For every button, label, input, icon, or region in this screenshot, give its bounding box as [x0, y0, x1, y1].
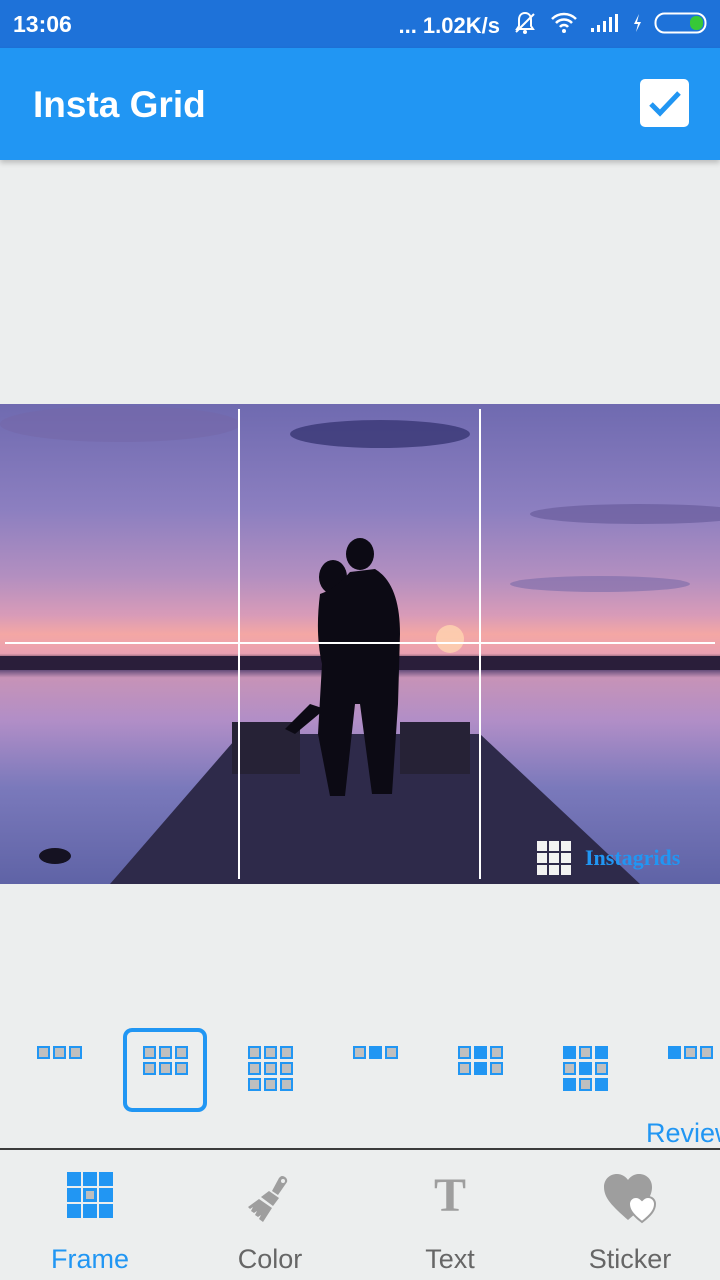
- tab-label: Sticker: [588, 1244, 672, 1274]
- app-title: Insta Grid: [33, 84, 206, 125]
- tab-frame[interactable]: Frame: [0, 1150, 180, 1280]
- layout-option-grid-3x2-center[interactable]: [438, 1028, 522, 1112]
- watermark-text: Instagrids: [585, 845, 681, 870]
- grid-line-horizontal: [5, 642, 715, 644]
- tab-color[interactable]: Color: [180, 1150, 360, 1280]
- network-speed: ... 1.02K/s: [398, 13, 500, 38]
- layout-grid-icon: [667, 1046, 713, 1112]
- watermark: Instagrids: [537, 841, 680, 875]
- mute-icon: [512, 10, 538, 42]
- frame-grid-icon: [67, 1172, 113, 1218]
- app-bar: Insta Grid: [0, 48, 720, 160]
- tab-label: Frame: [50, 1244, 129, 1274]
- grid-line-vertical: [479, 409, 481, 879]
- layout-option-grid-3x1-left[interactable]: [648, 1028, 720, 1112]
- layout-grid-icon: [142, 1046, 188, 1108]
- photo-canvas[interactable]: Instagrids: [0, 404, 720, 884]
- confirm-button[interactable]: [640, 79, 689, 127]
- status-bar: 13:06 ... 1.02K/s: [0, 0, 720, 48]
- layout-grid-icon: [36, 1046, 82, 1112]
- signal-icon: [590, 13, 620, 39]
- paint-brush-icon: [248, 1176, 288, 1222]
- layout-grid-icon: [562, 1046, 608, 1112]
- tab-sticker[interactable]: Sticker: [540, 1150, 720, 1280]
- layout-option-grid-3x1[interactable]: [17, 1028, 101, 1112]
- tab-text[interactable]: T Text: [360, 1150, 540, 1280]
- layout-option-grid-3x3-x[interactable]: [543, 1028, 627, 1112]
- check-icon: [648, 91, 681, 117]
- review-link[interactable]: Review: [646, 1118, 720, 1149]
- tab-label: Text: [425, 1244, 475, 1274]
- charging-icon: [632, 13, 642, 39]
- layout-grid-icon: [457, 1046, 503, 1112]
- layout-option-grid-3x2[interactable]: [123, 1028, 207, 1112]
- layout-option-grid-3x1-center[interactable]: [333, 1028, 417, 1112]
- tab-label: Color: [237, 1244, 303, 1274]
- layout-option-grid-3x3[interactable]: [228, 1028, 312, 1112]
- status-time: 13:06: [13, 11, 72, 37]
- bottom-tab-bar: Frame Color T Text Sticker: [0, 1150, 720, 1280]
- photo-scene: [0, 406, 720, 884]
- grid-icon: [537, 841, 571, 875]
- layout-grid-icon: [352, 1046, 398, 1112]
- layout-picker: [0, 1026, 720, 1116]
- battery-icon: [654, 11, 708, 41]
- layout-grid-icon: [247, 1046, 293, 1112]
- text-t-icon: T: [433, 1169, 466, 1222]
- grid-line-vertical: [238, 409, 240, 879]
- wifi-icon: [550, 12, 578, 40]
- hearts-icon: [604, 1174, 657, 1224]
